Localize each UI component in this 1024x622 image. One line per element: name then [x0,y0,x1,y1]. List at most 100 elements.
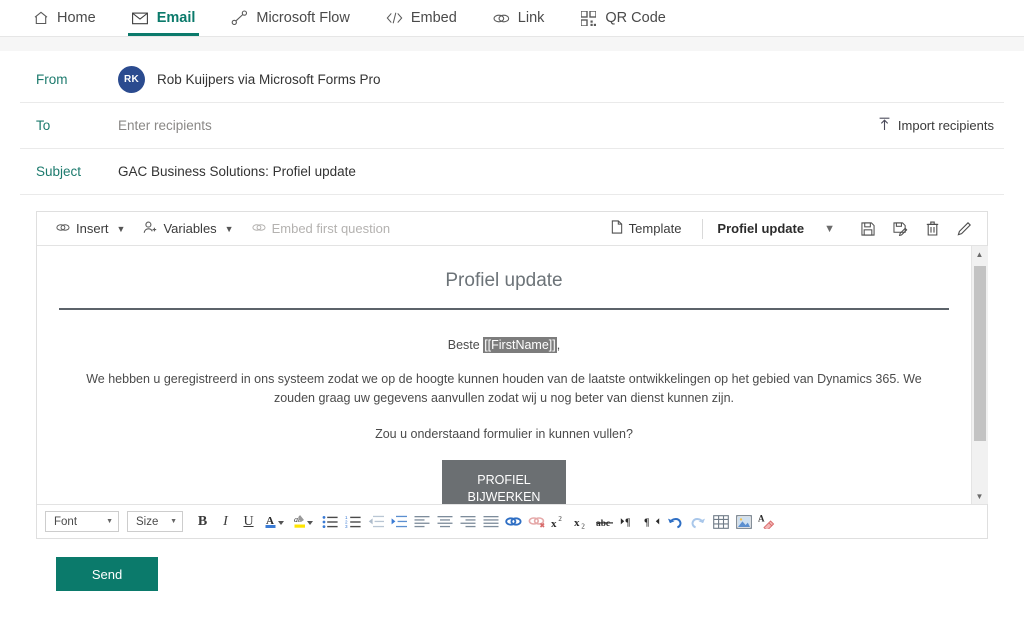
qr-code-icon [580,10,597,27]
avatar: RK [118,66,145,93]
template-button[interactable]: Template [602,216,691,241]
insert-table-icon[interactable] [710,511,731,533]
editor-toolbar: Insert ▼ Variables ▼ Embed first questio… [37,212,987,246]
bold-icon[interactable]: B [192,511,213,533]
email-body-editable[interactable]: Profiel update Beste [[FirstName]], We h… [37,246,971,504]
decrease-indent-icon[interactable] [365,511,386,533]
send-button[interactable]: Send [56,557,158,591]
undo-icon[interactable] [664,511,685,533]
home-icon [32,10,49,27]
embed-first-question-button: Embed first question [243,217,400,240]
scroll-up-icon[interactable]: ▲ [971,246,988,262]
nav-tab-email[interactable]: Email [114,0,214,36]
insert-button[interactable]: Insert ▼ [47,217,134,240]
selected-template-name: Profiel update [717,221,805,236]
variables-button[interactable]: Variables ▼ [134,217,242,241]
text-direction-ltr-icon[interactable]: ¶ [618,511,639,533]
numbered-list-icon[interactable]: 1 2 3 [342,511,363,533]
nav-tab-qr-code[interactable]: QR Code [562,0,683,36]
insert-icon [56,221,70,236]
underline-icon[interactable]: U [238,511,259,533]
font-size-select[interactable]: Size ▼ [127,511,183,532]
highlight-color-icon[interactable]: ab [290,511,317,533]
subject-field-body: GAC Business Solutions: Profiel update [100,164,1004,179]
size-chevron-down-icon: ▼ [170,518,177,525]
align-center-icon[interactable] [434,511,455,533]
scrollbar-thumb[interactable] [973,266,986,441]
send-row: Send [20,539,1004,591]
nav-tab-link[interactable]: Link [475,0,563,36]
svg-text:abc: abc [596,519,610,529]
insert-chevron-down-icon: ▼ [116,223,126,234]
to-row: To Enter recipients Import recipients [20,103,1004,149]
align-right-icon[interactable] [457,511,478,533]
email-body-scrollbar[interactable]: ▲ ▼ [971,246,988,504]
email-body-region: Profiel update Beste [[FirstName]], We h… [37,246,988,504]
template-label: Template [628,221,682,236]
svg-text:3: 3 [345,524,348,529]
to-recipients-input[interactable]: Enter recipients [118,118,212,133]
nav-tab-embed-label: Embed [410,10,457,26]
embed-first-question-label: Embed first question [271,221,391,236]
profiel-bijwerken-button[interactable]: PROFIEL BIJWERKEN [441,460,567,504]
embed-question-icon [251,221,266,236]
remove-format-icon[interactable]: A [756,511,777,533]
text-direction-rtl-icon[interactable]: ¶ [641,511,662,533]
font-chevron-down-icon: ▼ [106,518,113,525]
align-left-icon[interactable] [411,511,432,533]
text-color-icon[interactable]: A [261,511,288,533]
import-recipients-label: Import recipients [897,118,994,133]
superscript-icon[interactable]: x 2 [549,511,570,533]
nav-tab-email-label: Email [156,10,196,26]
save-as-template-icon[interactable] [887,216,913,242]
import-recipients-button[interactable]: Import recipients [872,113,1000,138]
compose-card: From RK Rob Kuijpers via Microsoft Forms… [20,51,1004,591]
redo-icon[interactable] [687,511,708,533]
bulleted-list-icon[interactable] [319,511,340,533]
increase-indent-icon[interactable] [388,511,409,533]
svg-text:x: x [574,517,580,529]
cta-line-1: PROFIEL [477,473,531,488]
scrollbar-track[interactable] [971,262,988,488]
save-template-icon[interactable] [855,216,881,242]
nav-tab-qr-code-label: QR Code [605,10,666,26]
edit-template-icon[interactable] [951,216,977,242]
strikethrough-icon[interactable]: abc [595,511,616,533]
remove-link-icon[interactable] [526,511,547,533]
template-icon [611,220,623,237]
italic-icon[interactable]: I [215,511,236,533]
email-paragraph-2: Zou u onderstaand formulier in kunnen vu… [375,426,633,441]
template-chevron-down-icon[interactable]: ▼ [810,223,849,235]
email-editor: Insert ▼ Variables ▼ Embed first questio… [36,211,988,539]
font-family-select[interactable]: Font ▼ [45,511,119,532]
nav-tab-link-label: Link [517,10,545,26]
nav-tab-home[interactable]: Home [14,0,114,36]
scroll-down-icon[interactable]: ▼ [971,488,988,504]
page-top-spacer [0,37,1024,51]
variables-chevron-down-icon: ▼ [224,223,234,234]
subject-input[interactable]: GAC Business Solutions: Profiel update [118,164,356,179]
nav-tab-home-label: Home [57,10,96,26]
nav-tab-microsoft-flow[interactable]: Microsoft Flow [213,0,367,36]
svg-text:¶: ¶ [625,517,630,528]
variables-label: Variables [163,221,217,236]
font-size-label: Size [136,515,159,528]
insert-label: Insert [76,221,109,236]
to-label: To [36,118,51,133]
delete-template-icon[interactable] [919,216,945,242]
svg-text:¶: ¶ [644,517,649,528]
svg-text:x: x [551,518,557,529]
email-title: Profiel update [445,270,563,291]
from-label: From [36,72,68,87]
email-paragraph-1: We hebben u geregistreerd in ons systeem… [86,372,922,406]
nav-tab-embed[interactable]: Embed [368,0,475,36]
nav-tab-microsoft-flow-label: Microsoft Flow [256,10,350,26]
insert-link-icon[interactable] [503,511,524,533]
firstname-token[interactable]: [[FirstName]] [483,337,557,353]
subscript-icon[interactable]: x 2 [572,511,593,533]
subject-label: Subject [36,164,82,179]
insert-image-icon[interactable] [733,511,754,533]
variables-icon [143,221,157,237]
email-cta-container: PROFIEL BIJWERKEN [59,460,949,504]
align-justify-icon[interactable] [480,511,501,533]
